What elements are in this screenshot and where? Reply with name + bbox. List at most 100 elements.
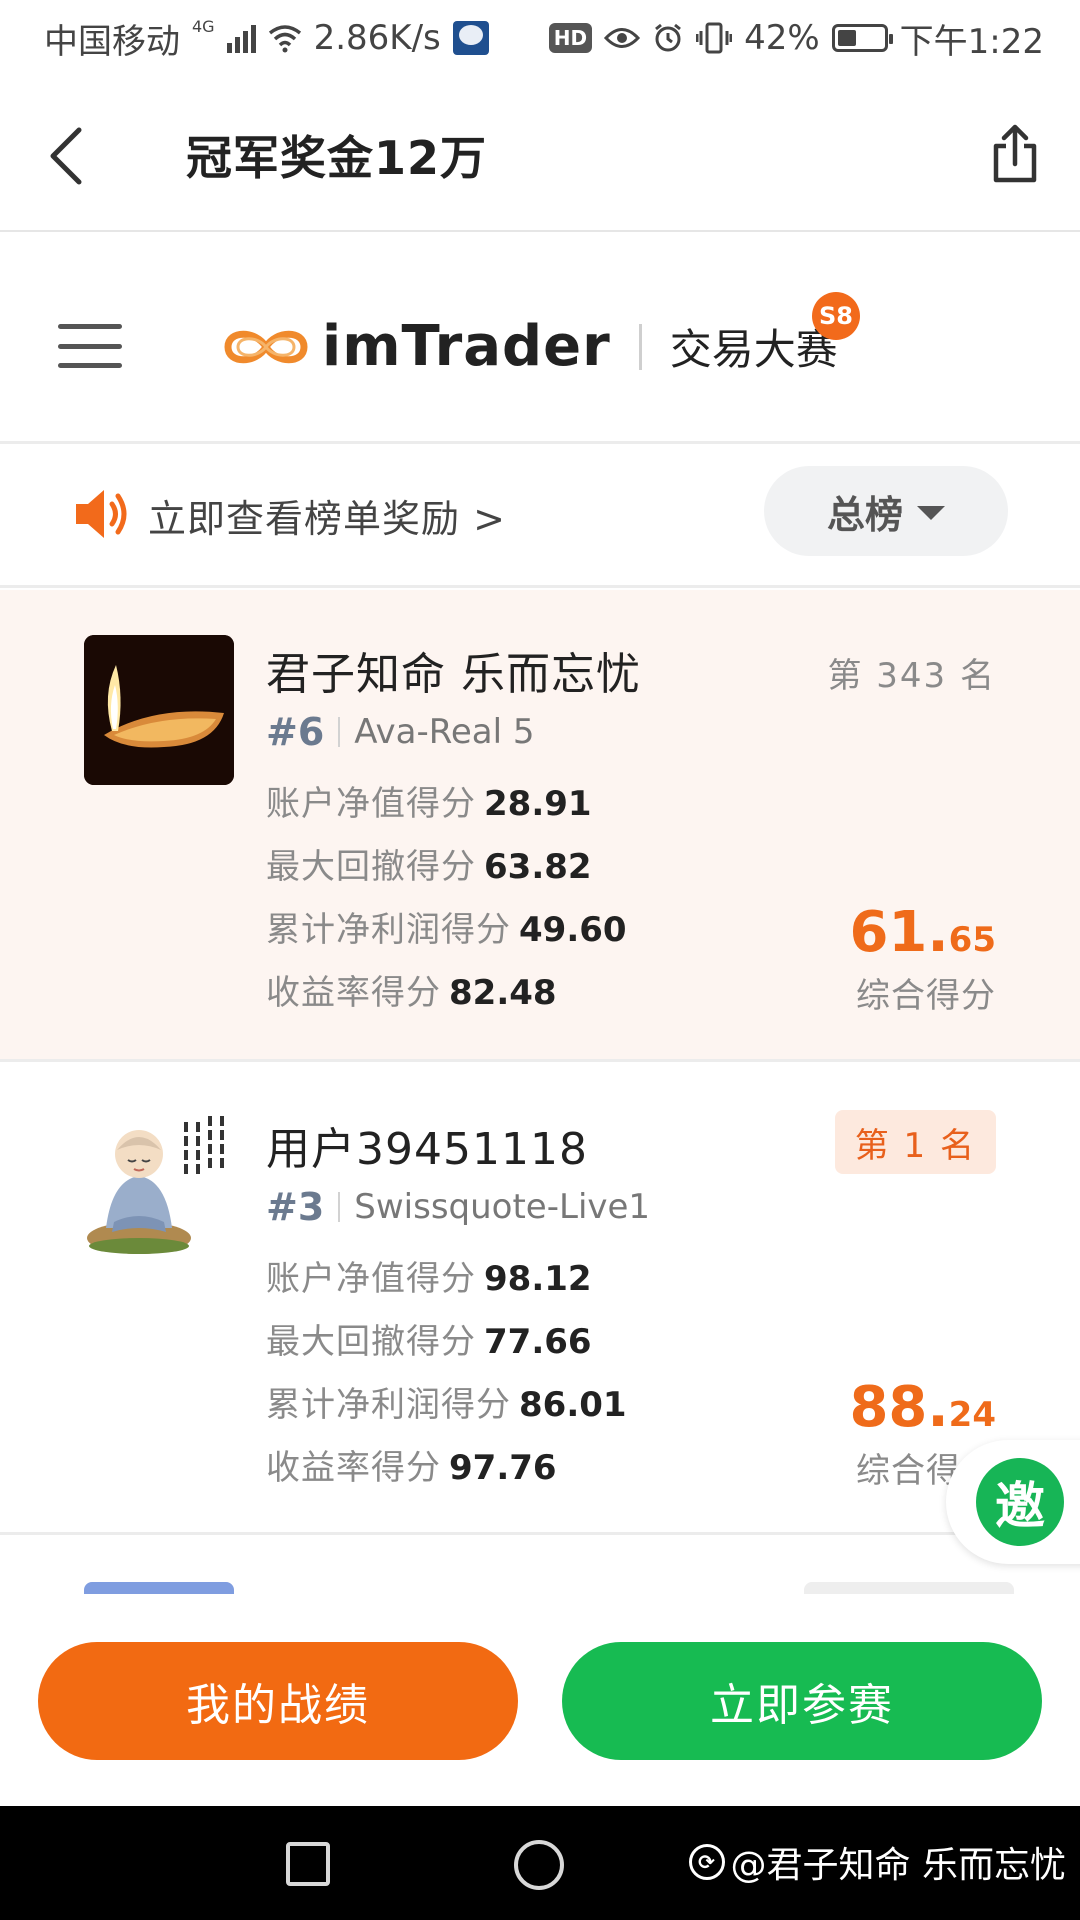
globe-app-icon <box>452 21 489 55</box>
hd-badge: HD <box>548 23 593 53</box>
account-server: Ava-Real 5 <box>354 712 535 752</box>
metric-label: 收益率得分 <box>266 1448 441 1488</box>
account-line: #3 Swissquote-Live1 <box>266 1185 650 1229</box>
account-line: #6 Ava-Real 5 <box>266 710 535 754</box>
app-bar: 冠军奖金12万 <box>0 76 1080 232</box>
share-button[interactable] <box>980 114 1050 194</box>
score-decimal: 24 <box>948 1395 996 1435</box>
rank-badge <box>804 1582 1014 1594</box>
metric-equity: 账户净值得分 28.91 <box>266 776 592 825</box>
status-bar: 中国移动 4G 2.86K/s HD 42% 下午1:22 <box>0 0 1080 76</box>
metric-drawdown: 最大回撤得分 63.82 <box>266 839 592 888</box>
alarm-icon <box>655 23 681 52</box>
brand-name: imTrader <box>322 314 611 379</box>
score-label: 综合得分 <box>856 976 996 1016</box>
wifi-icon <box>268 25 301 53</box>
my-record-button[interactable]: 我的战绩 <box>38 1642 518 1760</box>
ranking-card-first[interactable]: 用户39451118 #3 Swissquote-Live1 账户净值得分 98.… <box>0 1065 1080 1535</box>
metric-value: 86.01 <box>519 1385 627 1425</box>
back-button[interactable] <box>30 116 100 196</box>
battery-percent: 42% <box>744 18 820 58</box>
ranking-card-mine[interactable]: 君子知命 乐而忘忧 #6 Ava-Real 5 账户净值得分 28.91 最大回撤… <box>0 590 1080 1062</box>
board-select-label: 总榜 <box>826 492 903 537</box>
metric-label: 累计净利润得分 <box>266 910 511 950</box>
metric-value: 97.76 <box>449 1448 557 1488</box>
rank-badge: 第 1 名 <box>834 1110 996 1174</box>
vibrate-icon <box>696 22 733 54</box>
watermark-logo-icon: ⟳ <box>688 1844 725 1880</box>
brand-header: imTrader 交易大赛 S8 <box>0 232 1080 444</box>
carrier-name: 中国移动 <box>44 21 180 62</box>
candle-flame-icon <box>84 635 234 785</box>
ranking-card-partial[interactable] <box>0 1538 1080 1594</box>
metric-value: 98.12 <box>484 1259 592 1299</box>
infinity-logo-icon <box>224 330 308 363</box>
signal-icon <box>226 23 256 53</box>
score-integer: 88. <box>849 1375 949 1440</box>
monk-illustration-icon <box>84 1110 234 1260</box>
separator <box>338 1192 341 1222</box>
nav-back-icon[interactable] <box>98 1836 108 1846</box>
metric-value: 63.82 <box>484 847 592 887</box>
metric-equity: 账户净值得分 98.12 <box>266 1251 592 1300</box>
watermark: ⟳ @君子知命 乐而忘忧 <box>688 1836 1066 1888</box>
total-score: 61.65 <box>849 900 996 965</box>
score-integer: 61. <box>849 900 949 965</box>
clock: 下午1:22 <box>899 21 1044 62</box>
system-nav-bar: ⟳ @君子知命 乐而忘忧 <box>0 1806 1080 1920</box>
score-decimal: 65 <box>948 920 996 960</box>
avatar <box>84 635 234 785</box>
join-now-button[interactable]: 立即参赛 <box>562 1642 1042 1760</box>
avatar <box>84 1582 234 1594</box>
total-score: 88.24 <box>849 1375 996 1440</box>
home-icon[interactable] <box>514 1840 564 1890</box>
rank-label: 第 343 名 <box>827 656 996 696</box>
network-speed: 2.86K/s <box>313 18 441 58</box>
metric-return-rate: 收益率得分 82.48 <box>266 965 557 1014</box>
separator <box>338 717 341 747</box>
invite-button[interactable]: 邀 <box>976 1458 1064 1546</box>
brand-subtitle: 交易大赛 <box>669 325 838 374</box>
season-badge: S8 <box>812 292 860 340</box>
metric-net-profit: 累计净利润得分 49.60 <box>266 902 627 951</box>
metric-label: 收益率得分 <box>266 973 441 1013</box>
brand-logo: imTrader 交易大赛 <box>220 314 838 379</box>
metric-label: 最大回撤得分 <box>266 1322 476 1362</box>
account-number: #3 <box>266 1185 325 1229</box>
status-left: 中国移动 4G 2.86K/s <box>44 14 489 63</box>
metric-value: 77.66 <box>484 1322 592 1362</box>
account-server: Swissquote-Live1 <box>354 1187 651 1227</box>
caret-down-icon <box>917 506 945 520</box>
metric-value: 28.91 <box>484 784 592 824</box>
battery-icon <box>831 24 893 52</box>
user-name: 用户39451118 <box>266 1124 588 1175</box>
recent-apps-icon[interactable] <box>286 1842 330 1886</box>
metric-value: 49.60 <box>519 910 627 950</box>
eye-icon <box>604 28 641 48</box>
metric-net-profit: 累计净利润得分 86.01 <box>266 1377 627 1426</box>
network-type: 4G <box>192 16 215 36</box>
watermark-text: @君子知命 乐而忘忧 <box>730 1845 1066 1886</box>
status-right: HD 42% 下午1:22 <box>548 14 1044 63</box>
share-icon <box>993 124 1037 183</box>
brand-divider <box>638 323 642 370</box>
battery-fill <box>837 30 856 46</box>
back-arrow-icon <box>50 127 82 185</box>
account-number: #6 <box>266 710 325 754</box>
bottom-action-bar: 我的战绩 立即参赛 <box>0 1594 1080 1806</box>
user-name: 君子知命 乐而忘忧 <box>266 649 641 700</box>
metric-label: 累计净利润得分 <box>266 1385 511 1425</box>
avatar <box>84 1110 234 1260</box>
metric-label: 最大回撤得分 <box>266 847 476 887</box>
menu-button[interactable] <box>58 324 122 368</box>
metric-drawdown: 最大回撤得分 77.66 <box>266 1314 592 1363</box>
metric-label: 账户净值得分 <box>266 1259 476 1299</box>
metric-value: 82.48 <box>449 973 557 1013</box>
page-title: 冠军奖金12万 <box>186 131 488 185</box>
view-rewards-link[interactable]: 立即查看榜单奖励 > <box>148 488 506 543</box>
metric-return-rate: 收益率得分 97.76 <box>266 1440 557 1489</box>
metric-label: 账户净值得分 <box>266 784 476 824</box>
notice-row[interactable]: 立即查看榜单奖励 > 总榜 <box>0 444 1080 588</box>
board-select[interactable]: 总榜 <box>764 466 1008 556</box>
speaker-icon <box>76 490 127 538</box>
